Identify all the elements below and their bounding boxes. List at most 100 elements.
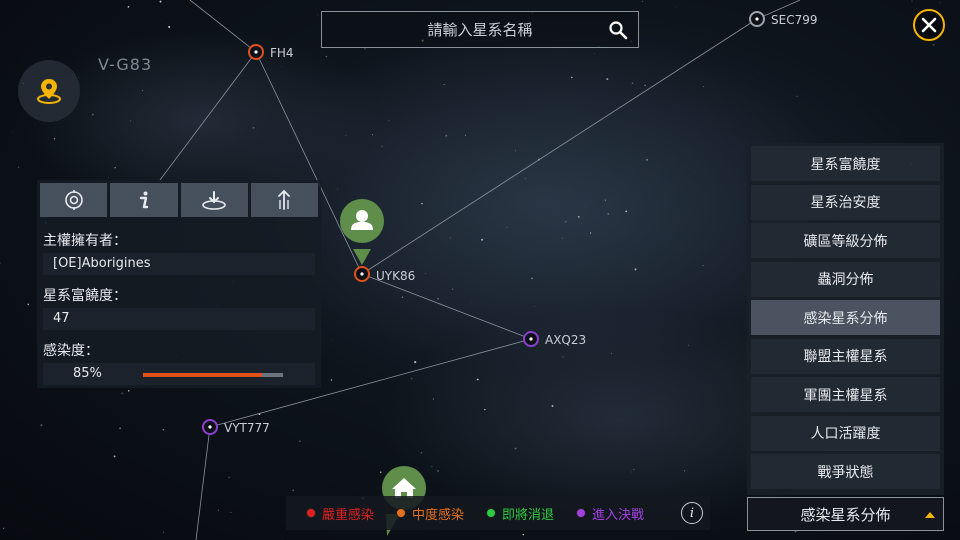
filter-dropdown-value: 感染星系分佈 (800, 505, 891, 524)
search-input[interactable] (350, 20, 610, 39)
star (372, 134, 374, 136)
filter-item-security[interactable]: 星系治安度 (751, 184, 940, 220)
richness-label: 星系富饒度： (43, 288, 127, 304)
search-icon[interactable] (608, 20, 628, 40)
star (17, 166, 20, 169)
star (331, 340, 332, 341)
star (585, 207, 587, 208)
star (420, 452, 422, 454)
star (162, 429, 164, 431)
infection-value: 85% (73, 366, 102, 381)
star (470, 302, 472, 304)
star (589, 232, 592, 234)
star (631, 82, 634, 85)
owner-label: 主權擁有者： (43, 233, 127, 249)
star (646, 158, 649, 161)
star (78, 77, 79, 79)
star (443, 83, 445, 86)
star (330, 379, 333, 381)
star (73, 475, 75, 477)
star (675, 7, 677, 9)
star (594, 53, 596, 54)
filter-item-population-activity[interactable]: 人口活躍度 (751, 415, 940, 451)
star (91, 113, 94, 116)
star (625, 210, 628, 213)
star (119, 427, 122, 430)
filter-item-mining-level[interactable]: 礦區等級分佈 (751, 223, 940, 258)
legend-dot-moderate (396, 508, 407, 518)
system-node-uyk86[interactable]: UYK86 (354, 266, 415, 283)
star (533, 305, 535, 307)
infection-label: 感染度： (43, 343, 99, 359)
star (299, 440, 301, 442)
system-node-axq23[interactable]: AXQ23 (523, 331, 586, 347)
system-node-vyt777[interactable]: VYT777 (202, 419, 270, 435)
star (702, 265, 704, 267)
star (514, 150, 516, 152)
filter-item-war-status[interactable]: 戰爭狀態 (751, 454, 940, 489)
legend-item-receding: 即將消退 (486, 504, 554, 523)
node-label-vyt777: VYT777 (224, 421, 270, 435)
locate-button[interactable] (18, 60, 80, 122)
star (12, 132, 14, 133)
star (27, 303, 30, 306)
star (53, 138, 56, 140)
legend-dot-receding (486, 508, 497, 518)
star (0, 262, 1, 264)
star (168, 25, 171, 29)
star (230, 511, 232, 513)
star (410, 377, 413, 380)
filter-item-wormholes[interactable]: 蟲洞分佈 (751, 261, 940, 297)
star (476, 378, 479, 381)
star (514, 447, 517, 450)
star (40, 424, 43, 427)
tab-info[interactable] (110, 183, 178, 217)
close-icon (921, 17, 937, 33)
star (607, 213, 610, 215)
filter-dropdown[interactable]: 感染星系分佈 (747, 497, 944, 531)
star (481, 238, 484, 241)
close-button[interactable] (913, 9, 945, 41)
star (577, 216, 580, 218)
location-pin-icon (37, 79, 61, 104)
filter-item-richness[interactable]: 星系富饒度 (751, 146, 940, 181)
tab-target[interactable] (40, 183, 108, 217)
tab-warp[interactable] (180, 183, 248, 217)
player-location-marker[interactable] (339, 199, 385, 269)
star (432, 398, 434, 400)
star (252, 126, 255, 129)
star (911, 0, 913, 2)
system-node-fh4[interactable]: FH4 (248, 44, 294, 60)
star (317, 14, 318, 16)
legend-label-decisive: 進入決戰 (592, 507, 645, 523)
star (687, 344, 689, 346)
filter-item-legion-sovereignty[interactable]: 軍團主權星系 (751, 377, 940, 412)
star (127, 6, 130, 8)
star (280, 66, 282, 68)
system-node-sec799[interactable]: SEC799 (749, 11, 817, 27)
star (932, 43, 935, 46)
star (107, 176, 109, 178)
tab-upload[interactable] (250, 183, 318, 217)
star (142, 89, 143, 91)
legend-dot-severe (306, 508, 316, 518)
infection-bar (143, 373, 283, 377)
filter-item-infection[interactable]: 感染星系分佈 (751, 300, 940, 335)
star (292, 489, 294, 491)
star (159, 0, 162, 3)
star (634, 268, 637, 271)
star (451, 288, 454, 291)
node-label-uyk86: UYK86 (376, 269, 415, 283)
star (633, 469, 635, 471)
legend-item-decisive: 進入決戰 (576, 504, 644, 523)
star (449, 237, 452, 239)
search-bar[interactable] (321, 11, 639, 48)
star (758, 73, 760, 75)
star (551, 404, 554, 408)
current-system-name: V-G83 (98, 55, 153, 74)
legend-label-severe: 嚴重感染 (322, 507, 375, 523)
map-filter-menu: 星系富饒度 星系治安度 礦區等級分佈 蟲洞分佈 感染星系分佈 聯盟主權星系 軍團… (747, 143, 944, 495)
target-icon (64, 190, 83, 210)
legend-info-icon[interactable]: i (681, 502, 703, 524)
filter-item-alliance-sovereignty[interactable]: 聯盟主權星系 (751, 338, 940, 374)
